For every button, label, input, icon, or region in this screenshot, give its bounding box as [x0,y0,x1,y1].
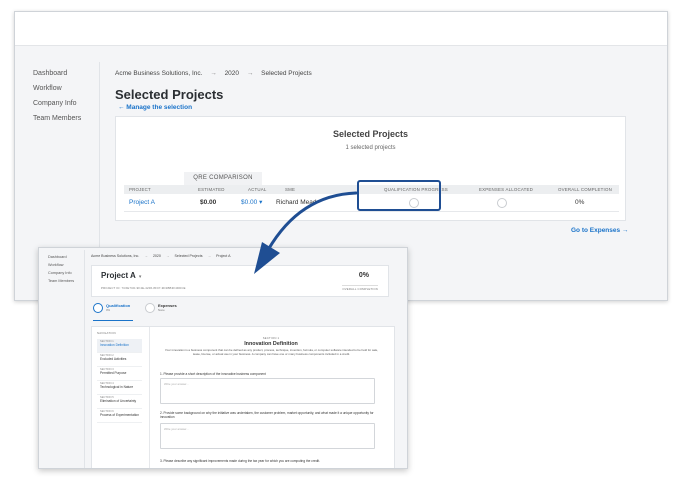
section-content: SECTION 1 Innovation Definition Your inn… [149,327,392,468]
nav-section-label: Process of Experimentation [100,413,139,417]
sidebar: Dashboard Workflow Company Info Team Mem… [33,66,81,126]
nav-item-section-3[interactable]: SECTION 3 Permitted Purpose [97,367,142,381]
qre-comparison-header: QRE COMPARISON [184,172,262,185]
actual-dropdown[interactable]: $0.00 ▾ [241,194,262,212]
overall-completion-label: OVERALL COMPLETION [342,285,378,291]
nav-section-label: Permitted Purpose [100,371,127,375]
sme-value: Richard Mead [276,199,317,206]
qualification-progress-highlight [357,180,441,211]
expenses-allocated-icon [497,198,507,208]
navigation-heading: NAVIGATION [97,331,116,335]
sidebar-item-team-members[interactable]: Team Members [48,277,74,285]
breadcrumb-separator: → [207,254,212,258]
col-expenses-allocated: EXPENSES ALLOCATED [479,187,534,192]
question-2: 2. Provide some background on why the in… [160,411,374,420]
section-description: Your innovation is a business component … [164,348,379,356]
project-header-card: Project A ▾ PROJECT ID: 7C6E7CD-9F4E-4206… [91,265,389,297]
section-navigation: NAVIGATION SECTION 1 Innovation Definiti… [97,331,142,423]
section-title: Innovation Definition [244,341,298,347]
sidebar-item-team-members[interactable]: Team Members [33,111,81,126]
col-estimated: ESTIMATED [198,187,225,192]
sidebar-divider [84,250,85,468]
progress-steps: Qualification 0% Expenses None [91,301,389,321]
step-sub: None [158,308,165,312]
overall-completion-value: 0% [358,272,369,279]
panel-subtitle: 1 selected projects [345,145,396,151]
breadcrumb-company[interactable]: Acme Business Solutions, Inc. [115,70,202,77]
nav-section-label: Technological in Nature [100,385,134,389]
panel-title: Selected Projects [332,129,409,139]
answer-2-textarea[interactable]: Write your answer... [160,423,375,449]
breadcrumb-current: Selected Projects [261,70,312,77]
project-detail-window: Dashboard Workflow Company Info Team Mem… [38,247,408,469]
answer-placeholder: Write your answer... [164,427,189,431]
col-sme: SME [285,187,296,192]
sidebar: Dashboard Workflow Company Info Team Mem… [48,253,74,285]
question-1: 1. Please provide a short description of… [160,372,266,376]
breadcrumb-year[interactable]: 2020 [225,70,239,77]
nav-item-section-4[interactable]: SECTION 4 Technological in Nature [97,381,142,395]
breadcrumb-separator: → [246,70,254,77]
col-actual: ACTUAL [248,187,267,192]
estimated-value: $0.00 [200,199,217,206]
nav-section-label: Innovation Definition [100,343,129,347]
breadcrumb-selected-projects[interactable]: Selected Projects [175,254,203,258]
answer-1-textarea[interactable]: Write your answer... [160,378,375,404]
sidebar-item-workflow[interactable]: Workflow [48,261,74,269]
sidebar-item-company-info[interactable]: Company Info [48,269,74,277]
nav-item-section-2[interactable]: SECTION 2 Excluded Activities [97,353,142,367]
chevron-down-icon[interactable]: ▾ [139,274,142,280]
project-link[interactable]: Project A [129,194,155,212]
nav-item-section-6[interactable]: SECTION 6 Process of Experimentation [97,409,142,423]
breadcrumb: Acme Business Solutions, Inc. → 2020 → S… [115,70,318,77]
page-title: Selected Projects [115,87,224,102]
breadcrumb-separator: → [144,254,148,258]
manage-selection-link[interactable]: ← Manage the selection [118,104,192,111]
questionnaire-panel: NAVIGATION SECTION 1 Innovation Definiti… [91,326,395,468]
project-id: PROJECT ID: 7C6E7CD-9F4E-4206-8F07-9D1BB… [101,286,186,290]
breadcrumb-company[interactable]: Acme Business Solutions, Inc. [91,254,139,258]
breadcrumb: Acme Business Solutions, Inc. → 2020 → S… [91,254,234,258]
breadcrumb-year[interactable]: 2020 [153,254,161,258]
step-sub: 0% [106,308,111,312]
project-title-text: Project A [101,271,136,280]
sidebar-item-workflow[interactable]: Workflow [33,81,81,96]
active-step-underline [93,320,133,321]
section-number: SECTION 1 [262,336,280,340]
nav-item-section-1[interactable]: SECTION 1 Innovation Definition [97,339,142,353]
step-circle-icon [93,303,103,313]
question-3: 3. Please describe any significant impro… [160,459,320,463]
go-to-expenses-link[interactable]: Go to Expenses → [571,227,628,234]
col-overall-completion: OVERALL COMPLETION [558,187,612,192]
overall-completion-value: 0% [575,199,585,206]
nav-section-label: Elimination of Uncertainty [100,399,137,403]
col-project: PROJECT [129,187,151,192]
sidebar-item-company-info[interactable]: Company Info [33,96,81,111]
sidebar-item-dashboard[interactable]: Dashboard [48,253,74,261]
project-title: Project A ▾ [101,271,141,280]
breadcrumb-current: Project A [216,254,231,258]
breadcrumb-separator: → [165,254,170,258]
breadcrumb-separator: → [210,70,217,77]
top-bar [15,12,667,46]
nav-section-label: Excluded Activities [100,357,127,361]
answer-placeholder: Write your answer... [164,382,189,386]
sidebar-item-dashboard[interactable]: Dashboard [33,66,81,81]
nav-item-section-5[interactable]: SECTION 5 Elimination of Uncertainty [97,395,142,409]
step-circle-icon [145,303,155,313]
